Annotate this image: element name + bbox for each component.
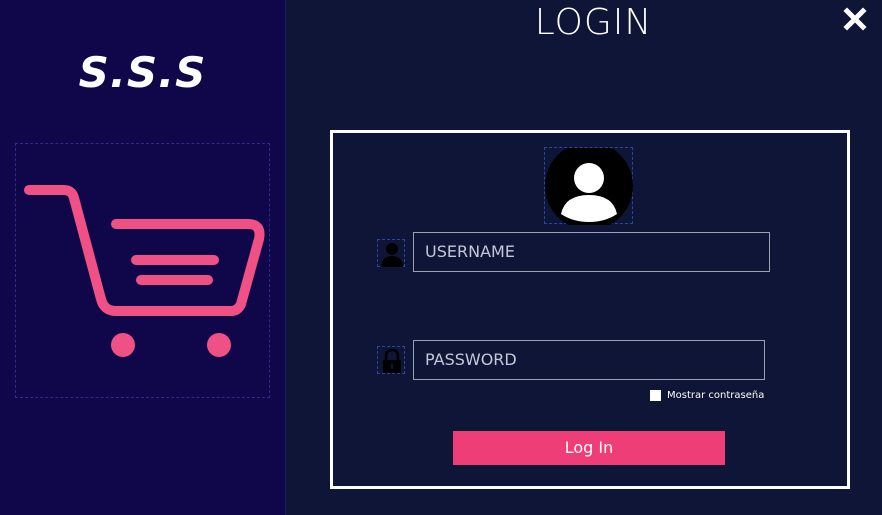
password-input[interactable]: PASSWORD (413, 340, 765, 380)
logo-picture (15, 143, 270, 398)
shopping-cart-icon (24, 185, 265, 357)
close-button[interactable] (840, 4, 870, 34)
username-input[interactable]: USERNAME (413, 232, 770, 272)
close-icon (843, 7, 867, 31)
avatar-picture (544, 147, 633, 225)
lock-icon (383, 348, 401, 373)
branding-panel: S.S.S (0, 0, 286, 515)
password-icon-box (377, 346, 405, 374)
login-button[interactable]: Log In (453, 431, 725, 465)
user-avatar-icon (545, 148, 633, 225)
user-icon (381, 243, 403, 267)
page-title: LOGIN (534, 2, 653, 43)
username-icon-box (377, 239, 405, 267)
show-password-label: Mostrar contraseña (667, 389, 765, 401)
show-password-checkbox[interactable] (650, 389, 661, 401)
login-window: S.S.S LOGIN USERNAME PASSWORD Mostrar co… (0, 0, 882, 515)
brand-name: S.S.S (78, 48, 207, 97)
show-password-toggle[interactable]: Mostrar contraseña (650, 389, 764, 401)
